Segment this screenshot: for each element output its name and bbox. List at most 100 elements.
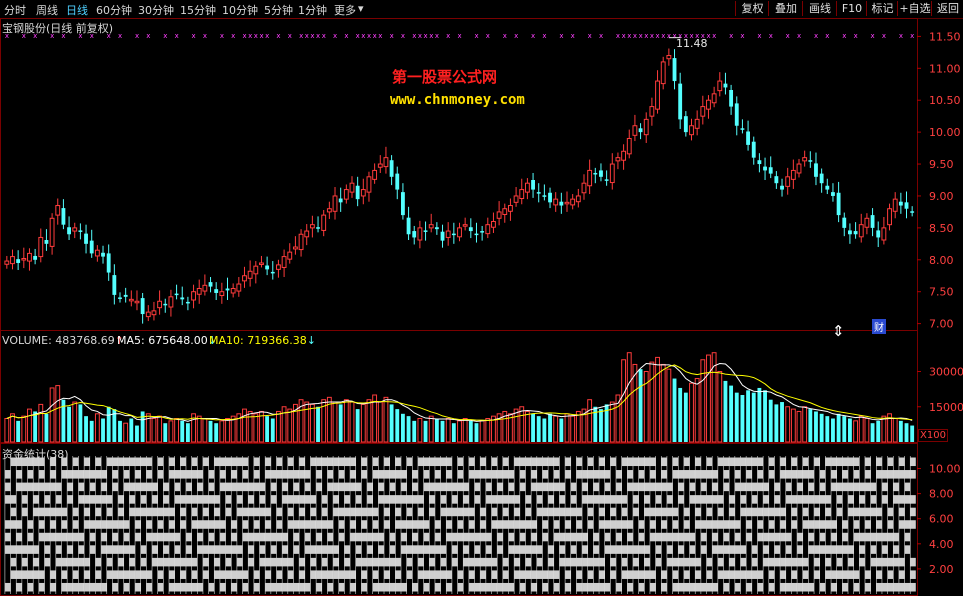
volume-bar <box>163 423 168 442</box>
volume-bar <box>270 418 275 442</box>
fund-cell <box>570 482 577 492</box>
volume-bar <box>395 409 400 442</box>
fund-cell <box>616 545 622 554</box>
signal-marker: x <box>486 32 490 40</box>
fund-cell <box>180 507 186 517</box>
fund-cell <box>16 520 22 529</box>
tab-timeframe-1[interactable]: 周线 <box>36 2 58 18</box>
fund-cell <box>44 545 51 554</box>
fund-cell <box>621 570 628 579</box>
fund-cell <box>270 470 277 479</box>
fund-cell <box>836 507 843 517</box>
fund-cell <box>33 570 39 579</box>
fund-cell <box>780 532 786 542</box>
fund-cell <box>384 507 390 517</box>
overlay-button[interactable]: 叠加 <box>768 1 803 16</box>
fund-cell <box>225 545 232 554</box>
fund-cell <box>429 570 435 579</box>
fund-cell <box>768 507 775 517</box>
fund-cell <box>333 545 339 554</box>
fund-cell <box>400 582 407 592</box>
fund-cell <box>350 520 356 529</box>
fund-cell <box>38 520 45 529</box>
fund-cell <box>536 545 543 554</box>
signal-marker: x <box>729 32 733 40</box>
fund-cell <box>553 482 560 492</box>
volume-bar <box>27 408 32 443</box>
fund-cell <box>553 470 560 479</box>
restore-rights-button[interactable]: 复权 <box>735 1 769 16</box>
fund-cell <box>491 507 498 517</box>
fund-cell <box>791 570 797 579</box>
more-chevron-down-icon[interactable]: ▾ <box>358 2 364 15</box>
fund-cell <box>689 532 696 542</box>
tab-timeframe-4[interactable]: 30分钟 <box>138 2 174 18</box>
fund-cell <box>700 545 707 554</box>
fund-cell <box>168 470 175 479</box>
fund-cell <box>270 495 277 504</box>
fund-cell <box>519 520 526 529</box>
fund-cell <box>898 470 905 479</box>
mark-button[interactable]: 标记 <box>866 1 898 16</box>
tab-more[interactable]: 更多 <box>334 2 356 18</box>
fund-axis-label: 10.00 <box>929 463 961 476</box>
fund-cell <box>729 570 735 579</box>
fund-cell <box>327 570 333 579</box>
fund-cell <box>898 570 905 579</box>
fund-cell <box>367 545 373 554</box>
fund-cell <box>553 570 560 579</box>
tab-timeframe-6[interactable]: 10分钟 <box>222 2 258 18</box>
candle-body <box>892 198 898 212</box>
volume-label: VOLUME: 483768.69↑ <box>2 334 124 347</box>
fund-cell <box>140 545 147 554</box>
fund-cell <box>389 495 396 504</box>
fund-cell <box>502 520 509 529</box>
fund-cell <box>542 520 548 529</box>
finance-badge[interactable]: 财 <box>872 319 886 334</box>
fund-cell <box>734 520 741 529</box>
tab-timeframe-0[interactable]: 分时 <box>4 2 26 18</box>
fund-cell <box>276 520 283 529</box>
fund-cell <box>378 557 384 567</box>
fund-cell <box>89 532 96 542</box>
tab-timeframe-7[interactable]: 5分钟 <box>264 2 293 18</box>
f10-button[interactable]: F10 <box>836 1 867 16</box>
fund-cell <box>293 545 300 554</box>
tab-timeframe-5[interactable]: 15分钟 <box>180 2 216 18</box>
volume-bar <box>84 416 88 442</box>
signal-marker: x <box>639 32 643 40</box>
fund-cell <box>474 495 481 504</box>
fund-cell <box>480 470 486 479</box>
fund-cell <box>412 582 418 592</box>
draw-line-button[interactable]: 画线 <box>802 1 837 16</box>
fund-cell <box>548 557 554 567</box>
signal-marker: x <box>259 32 263 40</box>
fund-cell <box>763 545 769 554</box>
fund-cell <box>395 470 401 479</box>
fund-cell <box>774 557 780 567</box>
fund-cell <box>446 457 452 467</box>
fund-cell <box>672 582 679 592</box>
fund-cell <box>61 520 68 529</box>
candle-body <box>485 224 491 235</box>
fund-cell <box>389 557 396 567</box>
tab-timeframe-2[interactable]: 日线 <box>66 2 88 18</box>
tab-timeframe-8[interactable]: 1分钟 <box>298 2 327 18</box>
fund-cell <box>304 545 311 554</box>
fund-cell <box>265 557 271 567</box>
fund-cell <box>468 507 475 517</box>
resize-handle-icon[interactable]: ⇕ <box>832 322 845 340</box>
fund-cell <box>825 545 831 554</box>
back-button[interactable]: 返回 <box>931 1 963 16</box>
fund-cell <box>463 557 469 567</box>
tab-timeframe-3[interactable]: 60分钟 <box>96 2 132 18</box>
fund-cell <box>112 470 118 479</box>
add-watchlist-button[interactable]: +自选 <box>897 1 932 16</box>
fund-cell <box>502 557 509 567</box>
fund-cell <box>174 482 181 492</box>
fund-cell <box>434 457 441 467</box>
fund-cell <box>231 532 237 542</box>
fund-cell <box>299 557 305 567</box>
fund-cell <box>174 470 181 479</box>
volume-bar <box>208 420 213 442</box>
